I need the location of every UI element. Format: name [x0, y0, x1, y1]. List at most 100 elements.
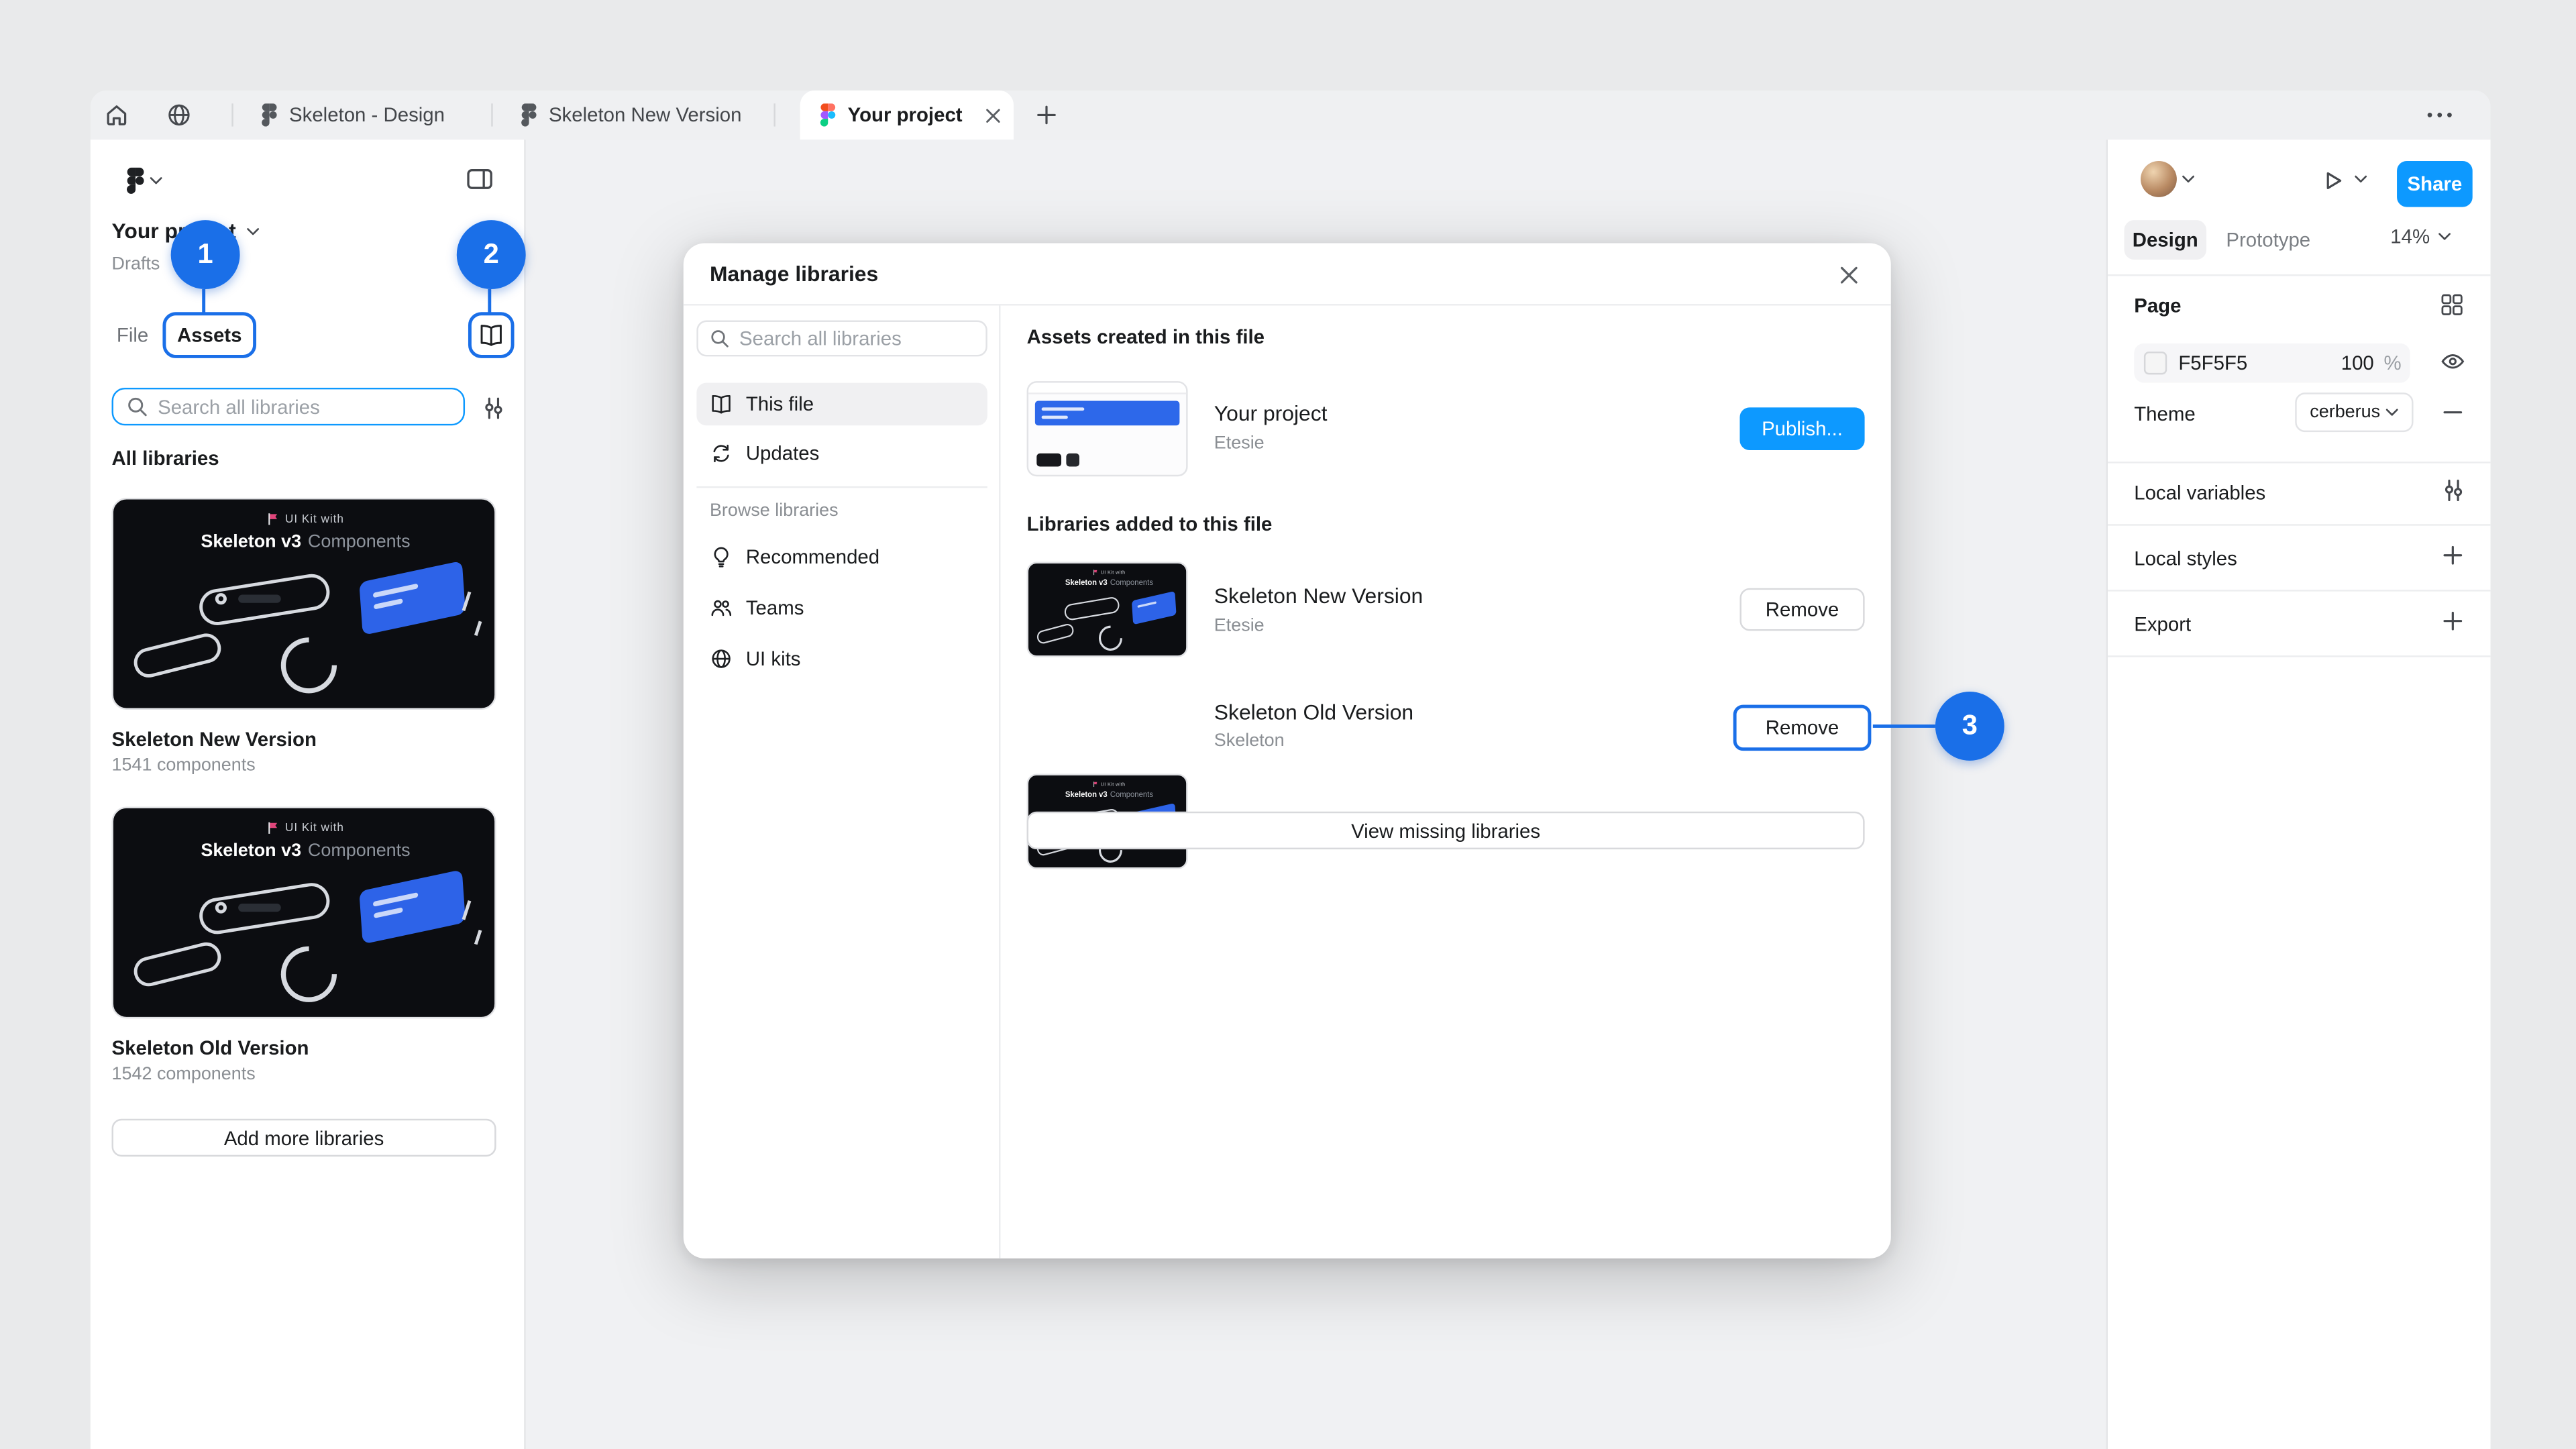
theme-label: Theme	[2134, 402, 2195, 425]
user-avatar[interactable]	[2141, 161, 2177, 197]
ring-shape	[270, 934, 349, 1014]
manage-libraries-dialog: Manage libraries This file Updates	[684, 243, 1891, 1258]
community-button[interactable]	[166, 102, 192, 128]
nav-recommended[interactable]: Recommended	[696, 535, 987, 578]
eye-icon	[2440, 348, 2466, 374]
publish-button[interactable]: Publish...	[1739, 407, 1864, 450]
dialog-search[interactable]	[696, 321, 987, 357]
plus-icon	[2443, 545, 2463, 565]
bar-shape	[373, 892, 419, 907]
zoom-control[interactable]: 14%	[2390, 225, 2451, 248]
libraries-added-heading: Libraries added to this file	[1027, 513, 1273, 535]
library-card[interactable]: UI Kit with Skeleton v3Components	[112, 498, 496, 775]
thumbnail-art: UI Kit with Skeleton v3Components	[113, 808, 496, 1018]
divider	[2108, 655, 2491, 657]
card-shape	[359, 869, 466, 945]
remove-theme-button[interactable]	[2440, 399, 2466, 425]
thumb-name: Skeleton v3	[201, 841, 301, 861]
present-button[interactable]	[2318, 166, 2348, 195]
project-title-row[interactable]: Your project	[112, 217, 259, 245]
assets-tab-highlight: Assets	[162, 312, 256, 358]
library-search[interactable]	[112, 388, 466, 425]
figma-window: Skeleton - Design Skeleton New Version Y…	[91, 91, 2491, 1449]
screen: Skeleton - Design Skeleton New Version Y…	[0, 0, 2576, 1449]
remove-button[interactable]: Remove	[1739, 588, 1864, 631]
percent-sign: %	[2383, 352, 2401, 374]
zoom-value: 14%	[2390, 225, 2430, 248]
filter-button[interactable]	[478, 392, 508, 422]
theme-select[interactable]: cerberus	[2295, 392, 2413, 432]
overflow-menu-icon	[2426, 112, 2453, 119]
local-variables-button[interactable]	[2440, 476, 2466, 502]
new-tab-button[interactable]	[1036, 105, 1056, 125]
page-swatches-button[interactable]	[2436, 289, 2466, 319]
add-style-button[interactable]	[2440, 542, 2466, 568]
color-hex-value[interactable]: F5F5F5	[2178, 352, 2247, 374]
nav-label: Recommended	[746, 545, 879, 568]
opacity-value[interactable]: 100	[2318, 352, 2374, 374]
share-button[interactable]: Share	[2397, 161, 2473, 207]
main-menu-button[interactable]	[113, 162, 176, 199]
thumb-kicker: UI Kit with	[1101, 782, 1126, 787]
bar-shape	[1042, 416, 1068, 419]
tab-file[interactable]: File	[103, 312, 162, 358]
tab-your-project[interactable]: Your project	[800, 91, 1014, 140]
nav-this-file[interactable]: This file	[696, 383, 987, 426]
nav-teams[interactable]: Teams	[696, 586, 987, 629]
design-file-icon	[820, 103, 836, 126]
nav-ui-kits[interactable]: UI kits	[696, 637, 987, 680]
all-libraries-heading: All libraries	[112, 447, 219, 470]
ui-kit-flag-icon	[1093, 570, 1097, 576]
plus-icon	[1036, 105, 1056, 125]
tab-design[interactable]: Design	[2125, 220, 2206, 260]
dialog-search-input[interactable]	[739, 327, 974, 350]
tab-bar: Skeleton - Design Skeleton New Version Y…	[91, 91, 2491, 140]
add-more-libraries-button[interactable]: Add more libraries	[112, 1119, 496, 1157]
home-button[interactable]	[103, 102, 129, 128]
window-menu-button[interactable]	[2426, 112, 2453, 119]
chevron-down-icon	[2354, 174, 2367, 184]
minus-icon	[2443, 402, 2463, 422]
avatar-menu-chevron[interactable]	[2182, 174, 2195, 184]
libraries-button[interactable]	[478, 322, 504, 348]
card-shape	[359, 561, 466, 636]
card-shape	[1132, 591, 1177, 625]
close-tab-button[interactable]	[985, 107, 1000, 122]
local-variables-label: Local variables	[2134, 482, 2265, 504]
tab-separator	[231, 103, 233, 126]
search-icon	[710, 329, 729, 348]
tab-prototype[interactable]: Prototype	[2226, 228, 2310, 251]
tab-assets[interactable]: Assets	[177, 323, 241, 346]
dot-shape	[215, 593, 227, 604]
tab-skeleton-design[interactable]: Skeleton - Design	[241, 91, 488, 140]
export-label: Export	[2134, 612, 2191, 635]
library-card[interactable]: UI Kit with Skeleton v3Components	[112, 806, 496, 1084]
visibility-button[interactable]	[2440, 348, 2466, 374]
tab-skeleton-new-version[interactable]: Skeleton New Version	[501, 91, 771, 140]
add-export-button[interactable]	[2440, 608, 2466, 634]
nav-updates[interactable]: Updates	[696, 432, 987, 475]
nav-label: Updates	[746, 442, 819, 465]
remove-button-highlighted[interactable]: Remove	[1733, 705, 1872, 751]
thumb-suffix: Components	[308, 532, 411, 551]
view-missing-libraries-button[interactable]: View missing libraries	[1027, 812, 1865, 849]
ring-shape	[270, 626, 349, 705]
panel-toggle-button[interactable]	[465, 164, 494, 194]
library-row-owner: Skeleton	[1214, 731, 1285, 751]
left-sidebar: Your project Drafts File Assets All libr…	[91, 140, 526, 1449]
chevron-down-icon	[2385, 407, 2399, 417]
page-color-control[interactable]: F5F5F5 100 %	[2134, 343, 2410, 383]
thumb-suffix: Components	[1110, 790, 1153, 799]
dialog-close-button[interactable]	[1832, 258, 1865, 290]
dialog-sidebar: This file Updates Browse libraries Recom…	[684, 306, 1001, 1258]
library-row-owner: Etesie	[1214, 616, 1265, 635]
bar-shape	[1042, 407, 1085, 411]
color-swatch[interactable]	[2144, 352, 2167, 374]
thumbnail-art: UI Kit with Skeleton v3Components	[113, 499, 496, 709]
present-options-button[interactable]	[2354, 174, 2367, 184]
dialog-title: Manage libraries	[710, 261, 878, 286]
bar-shape	[238, 904, 281, 912]
library-search-input[interactable]	[158, 395, 450, 418]
close-icon	[1839, 266, 1858, 284]
close-icon	[985, 107, 1000, 122]
